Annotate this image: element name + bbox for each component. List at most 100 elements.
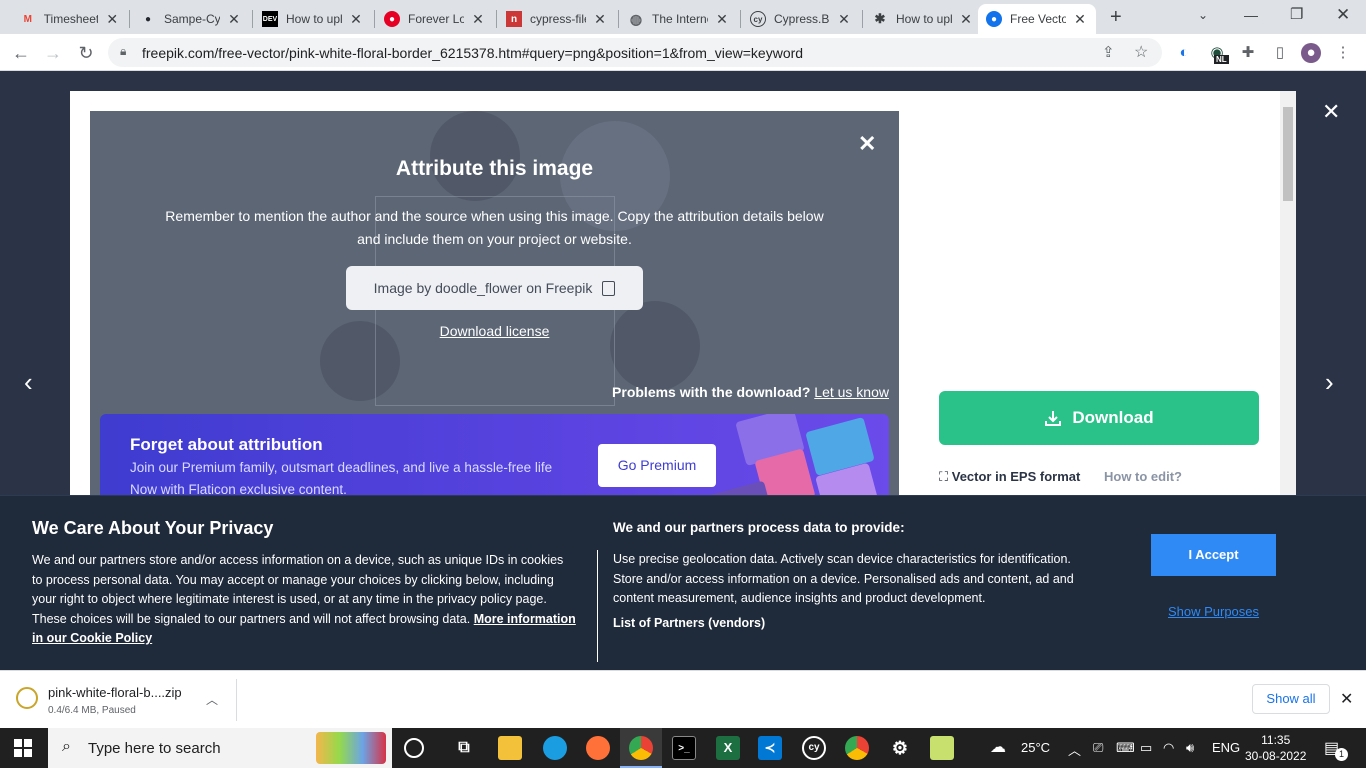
- github-icon: ●: [144, 13, 152, 25]
- excel-icon[interactable]: X: [716, 736, 740, 760]
- tab-the-internet[interactable]: ◍ The Internet ✕: [620, 4, 738, 34]
- copy-icon[interactable]: [602, 280, 616, 296]
- chrome-icon[interactable]: [629, 736, 653, 760]
- show-purposes-link[interactable]: Show Purposes: [1151, 604, 1276, 619]
- tray-network-icon[interactable]: ⌨: [1116, 740, 1135, 756]
- close-icon[interactable]: ✕: [1072, 11, 1088, 28]
- tab-title: How to upload: [286, 12, 342, 26]
- firefox-icon[interactable]: [586, 736, 610, 760]
- tray-device-icon[interactable]: ⎚: [1093, 740, 1103, 756]
- settings-gear-icon[interactable]: ⚙: [888, 736, 912, 760]
- wifi-icon[interactable]: ◠: [1163, 740, 1174, 756]
- extension-badge: NL: [1214, 55, 1229, 64]
- file-explorer-icon[interactable]: [498, 736, 522, 760]
- format-info: ⛶ Vector in EPS format: [939, 469, 1080, 485]
- modal-scrollbar-thumb[interactable]: [1283, 107, 1293, 201]
- tab-search-icon[interactable]: ⌄: [1198, 8, 1208, 22]
- temperature[interactable]: 25°C: [1021, 740, 1050, 755]
- vscode-icon[interactable]: ≺: [758, 736, 782, 760]
- windows-start-icon[interactable]: [14, 739, 32, 757]
- floral-decoration: [610, 301, 700, 391]
- tab-timesheet[interactable]: M Timesheet ✕: [12, 4, 128, 34]
- close-window-icon[interactable]: ✕: [1336, 5, 1350, 25]
- freepik-icon: ●: [986, 11, 1002, 27]
- tab-strip: M Timesheet ✕ ● Sampe-Cypress ✕ DEV How …: [0, 0, 1366, 34]
- cypress-app-icon[interactable]: cy: [802, 736, 826, 760]
- chevron-up-icon[interactable]: ︿: [206, 691, 218, 708]
- url-text[interactable]: freepik.com/free-vector/pink-white-flora…: [142, 45, 803, 61]
- avatar[interactable]: ●: [1301, 43, 1321, 63]
- show-all-button[interactable]: Show all: [1252, 684, 1330, 714]
- go-premium-button[interactable]: Go Premium: [598, 444, 716, 487]
- tab-forever-love[interactable]: ● Forever Love ✕: [376, 4, 494, 34]
- tab-how-to-upload-2[interactable]: ✱ How to upload ✕: [864, 4, 982, 34]
- new-tab-button[interactable]: +: [1110, 6, 1122, 29]
- image-preview-pane: ✕ Attribute this image Remember to menti…: [90, 111, 899, 511]
- taskbar: ⌕ Type here to search ⧉ >_ X ≺ cy ⚙ ☁ 25…: [0, 728, 1366, 768]
- clock-time: 11:35: [1261, 733, 1291, 747]
- bookmark-star-icon[interactable]: ☆: [1134, 42, 1148, 62]
- close-shelf-icon[interactable]: ✕: [1340, 689, 1353, 709]
- partners-list-link[interactable]: List of Partners (vendors): [613, 616, 765, 630]
- close-icon[interactable]: ✕: [958, 11, 974, 28]
- close-icon[interactable]: ✕: [470, 11, 486, 28]
- close-icon[interactable]: ✕: [226, 11, 242, 28]
- terminal-icon[interactable]: >_: [672, 736, 696, 760]
- notepad-icon[interactable]: [930, 736, 954, 760]
- how-to-edit-link[interactable]: How to edit?: [1104, 469, 1182, 484]
- task-view-icon[interactable]: ⧉: [452, 736, 476, 760]
- menu-icon[interactable]: ⋮: [1333, 43, 1353, 63]
- gmail-icon: M: [23, 13, 32, 25]
- tab-how-to-upload[interactable]: DEV How to upload ✕: [254, 4, 372, 34]
- puzzle-icon[interactable]: ✚: [1238, 43, 1258, 63]
- extension-icon[interactable]: ◐: [1174, 43, 1194, 63]
- close-icon[interactable]: ✕: [592, 11, 608, 28]
- chrome-icon-2[interactable]: [845, 736, 869, 760]
- cloud-weather-icon[interactable]: ☁: [990, 737, 1006, 757]
- tab-title: How to upload: [896, 12, 952, 26]
- attribution-title: Attribute this image: [395, 157, 594, 180]
- tab-separator: [129, 10, 130, 28]
- tab-free-vector[interactable]: ● Free Vector ✕: [978, 4, 1096, 34]
- edge-icon[interactable]: [543, 736, 567, 760]
- modal-close-icon[interactable]: ✕: [1322, 99, 1340, 125]
- close-icon[interactable]: ✕: [104, 11, 120, 28]
- previous-arrow-icon[interactable]: ‹: [24, 367, 33, 398]
- attribution-credit-box[interactable]: Image by doodle_flower on Freepik: [346, 266, 643, 310]
- download-filename[interactable]: pink-white-floral-b....zip: [48, 685, 182, 700]
- lock-icon: 🔒︎: [120, 44, 127, 58]
- accept-button[interactable]: I Accept: [1151, 534, 1276, 576]
- language-indicator[interactable]: ENG: [1212, 740, 1240, 755]
- close-icon[interactable]: ✕: [348, 11, 364, 28]
- battery-icon[interactable]: ▭: [1140, 740, 1152, 756]
- side-panel-icon[interactable]: ▯: [1270, 43, 1290, 63]
- forward-icon[interactable]: →: [42, 42, 64, 64]
- close-icon[interactable]: ✕: [836, 11, 852, 28]
- share-icon[interactable]: ⇪: [1102, 43, 1115, 61]
- tab-cypress-blog[interactable]: cy Cypress.Blog ✕: [742, 4, 860, 34]
- bug-icon: ✱: [874, 11, 886, 26]
- back-icon[interactable]: ←: [10, 42, 32, 64]
- attribution-description: Remember to mention the author and the s…: [165, 208, 824, 247]
- let-us-know-link[interactable]: Let us know: [814, 384, 889, 400]
- tray-chevron-icon[interactable]: ︿: [1068, 740, 1081, 759]
- tab-cypress-file[interactable]: n cypress-file ✕: [498, 4, 616, 34]
- address-bar[interactable]: 🔒︎ freepik.com/free-vector/pink-white-fl…: [108, 38, 1162, 67]
- volume-icon[interactable]: 🔊︎: [1186, 740, 1194, 756]
- cortana-icon[interactable]: [404, 738, 424, 758]
- clock[interactable]: 11:35 30-08-2022: [1245, 732, 1306, 764]
- next-arrow-icon[interactable]: ›: [1325, 367, 1334, 398]
- download-license-link[interactable]: Download license: [90, 323, 899, 339]
- close-icon[interactable]: ✕: [714, 11, 730, 28]
- tab-separator: [740, 10, 741, 28]
- reload-icon[interactable]: ↻: [75, 42, 97, 64]
- pinterest-icon: ●: [384, 11, 400, 27]
- tab-title: The Internet: [652, 12, 708, 26]
- attribution-close-icon[interactable]: ✕: [858, 131, 876, 157]
- minimize-icon[interactable]: —: [1244, 7, 1258, 23]
- restore-icon[interactable]: ❐: [1290, 5, 1303, 23]
- tab-separator: [374, 10, 375, 28]
- tab-sampe-cypress[interactable]: ● Sampe-Cypress ✕: [132, 4, 250, 34]
- download-button[interactable]: Download: [939, 391, 1259, 445]
- taskbar-search[interactable]: ⌕ Type here to search: [48, 728, 392, 768]
